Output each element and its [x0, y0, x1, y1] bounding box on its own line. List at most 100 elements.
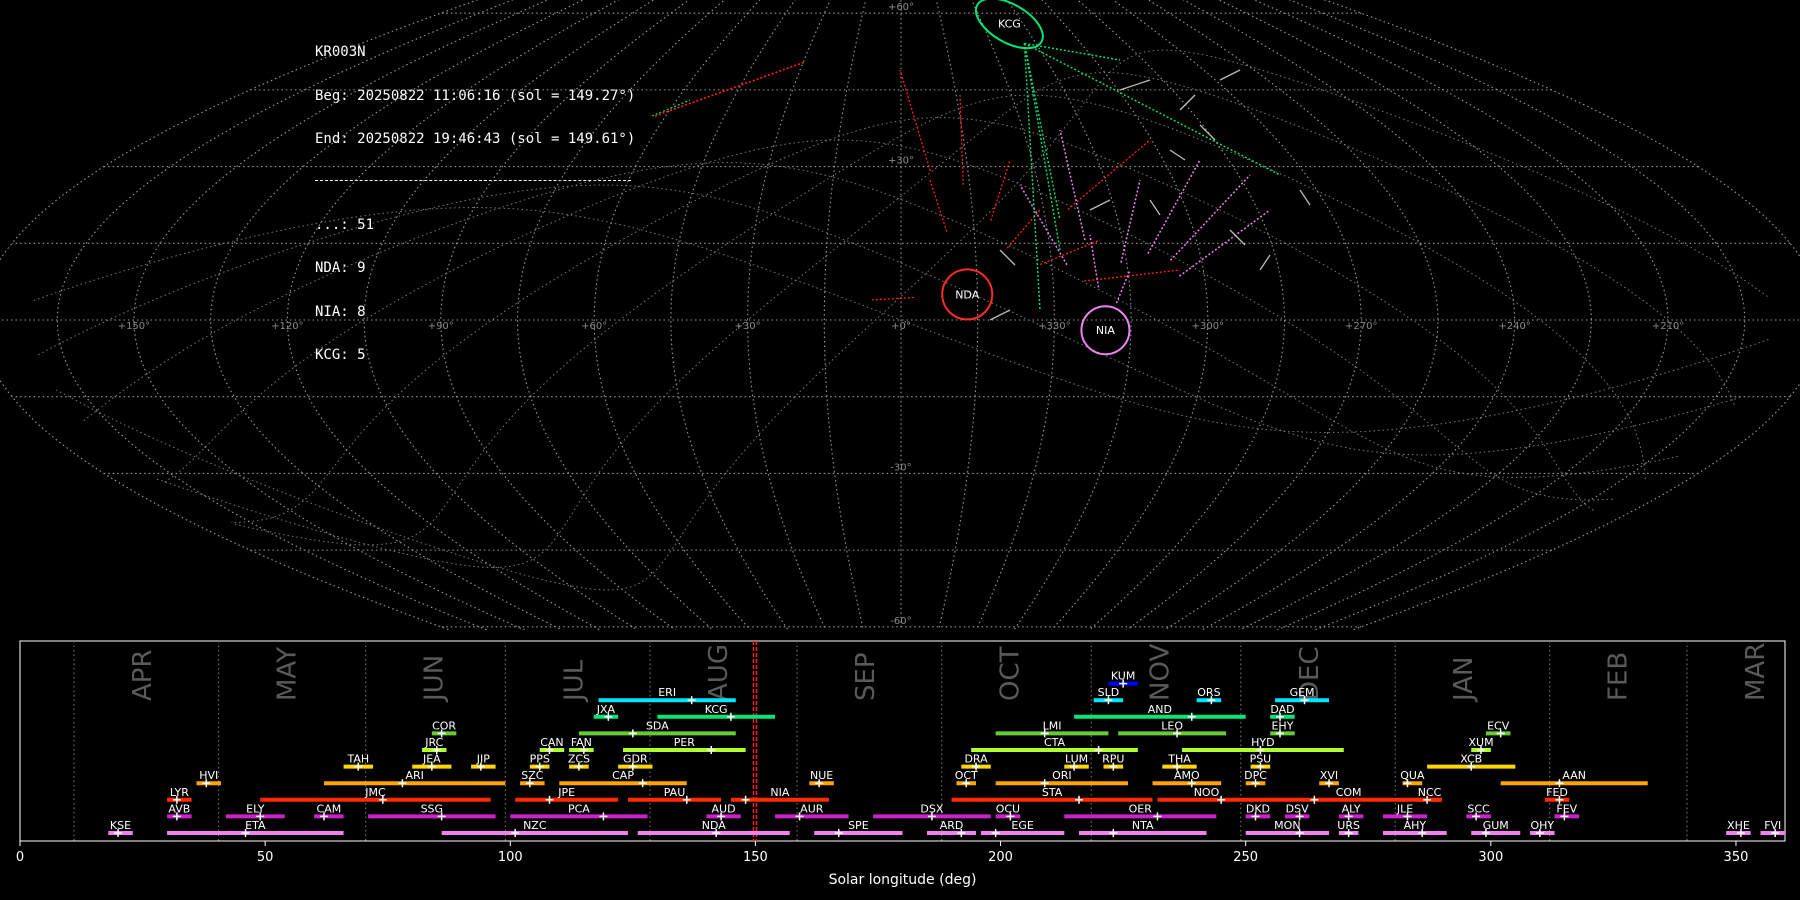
- shower-label: AMO: [1174, 769, 1200, 782]
- sporadic-meteor-trail: [1179, 94, 1196, 111]
- shower-label: OHY: [1530, 819, 1554, 832]
- lon-tick-label: +300°: [1192, 321, 1224, 332]
- sporadic-meteor-trail: [989, 309, 1011, 321]
- shower-label: TAH: [346, 753, 369, 766]
- shower-label: COM: [1336, 786, 1362, 799]
- shower-label: LYR: [170, 786, 189, 799]
- shower-label: AND: [1148, 703, 1172, 716]
- shower-label: NIA: [770, 786, 789, 799]
- meridian: [440, 0, 690, 630]
- x-tick-label: 300: [1478, 850, 1503, 865]
- shower-label: AVB: [168, 802, 190, 815]
- shower-label: PER: [674, 736, 696, 749]
- nda-meteor-trail: [654, 61, 806, 117]
- x-tick-label: 50: [257, 850, 274, 865]
- shower-label: ECV: [1487, 719, 1510, 732]
- shower-label: DSV: [1286, 802, 1309, 815]
- shower-label: QUA: [1400, 769, 1425, 782]
- meridian: [823, 0, 867, 630]
- shower-label: ARI: [405, 769, 423, 782]
- shower-label: JIP: [476, 753, 490, 766]
- shower-label: HVI: [199, 769, 218, 782]
- shower-label: LEO: [1161, 719, 1183, 732]
- sky-map-chart: +180°+150°+120°+90°+60°+30°+0°+330°+300°…: [0, 0, 1800, 630]
- shower-label: JLE: [1396, 802, 1413, 815]
- shower-label: AUR: [800, 802, 824, 815]
- shower-label: RPU: [1102, 753, 1124, 766]
- month-label: JUN: [420, 655, 450, 703]
- lon-tick-label: +120°: [271, 321, 303, 332]
- nia-meteor-trail: [1120, 179, 1141, 263]
- shower-label: NTA: [1132, 819, 1154, 832]
- month-label: APR: [128, 649, 158, 701]
- shower-label: SZC: [521, 769, 544, 782]
- nia-meteor-trail: [1169, 174, 1251, 261]
- month-label: JAN: [1449, 657, 1479, 703]
- shower-label: KCG: [705, 703, 728, 716]
- lat-tick-label: -60°: [890, 616, 911, 627]
- shower-label: SLD: [1098, 686, 1120, 699]
- shower-label: FED: [1546, 786, 1568, 799]
- shower-label: JEA: [422, 753, 441, 766]
- shower-label: SDA: [646, 719, 669, 732]
- lat-tick-label: -30°: [890, 462, 911, 473]
- lon-tick-label: +210°: [1652, 321, 1684, 332]
- meridian: [210, 0, 585, 630]
- month-label: AUG: [704, 644, 734, 701]
- shower-label: GEM: [1290, 686, 1315, 699]
- shower-label: PAU: [664, 786, 686, 799]
- shower-label: OCT: [955, 769, 978, 782]
- shower-label: ORI: [1052, 769, 1072, 782]
- shower-label: DAD: [1270, 703, 1294, 716]
- shower-label: SCC: [1467, 802, 1490, 815]
- sky-arc: [156, 72, 1735, 568]
- shower-label: OCU: [996, 802, 1020, 815]
- shower-label: ALY: [1342, 802, 1361, 815]
- sporadic-meteor-trail: [1119, 79, 1151, 91]
- shower-label: CAP: [612, 769, 634, 782]
- shower-label: COR: [432, 719, 456, 732]
- shower-label: NUE: [810, 769, 833, 782]
- month-label: MAY: [273, 647, 303, 701]
- shower-label: ETA: [245, 819, 266, 832]
- month-label: MAR: [1741, 643, 1771, 701]
- shower-label: THA: [1167, 753, 1191, 766]
- radiant-label: NIA: [1096, 324, 1115, 337]
- shower-label: ORS: [1197, 686, 1220, 699]
- shower-label: DSX: [920, 802, 943, 815]
- meridian: [516, 0, 726, 630]
- meridian: [56, 0, 514, 630]
- sporadic-meteor-trail: [1169, 149, 1186, 161]
- month-label: FEB: [1604, 652, 1634, 701]
- shower-label: KSE: [110, 819, 131, 832]
- nda-meteor-trail: [1084, 269, 1181, 282]
- shower-label: DRA: [964, 753, 988, 766]
- shower-label: XHE: [1727, 819, 1750, 832]
- meridian: [363, 0, 655, 630]
- nda-meteor-trail: [1067, 139, 1151, 210]
- lon-tick-label: +150°: [118, 321, 150, 332]
- lon-tick-label: +60°: [581, 321, 607, 332]
- meridian: [1182, 0, 1516, 630]
- shower-label: CAN: [540, 736, 563, 749]
- shower-label: ZCS: [568, 753, 590, 766]
- shower-label: SSG: [421, 802, 444, 815]
- shower-label: XVI: [1320, 769, 1338, 782]
- meridian: [1006, 0, 1132, 630]
- meridian: [935, 0, 979, 630]
- nda-meteor-trail: [990, 159, 1011, 221]
- month-label: NOV: [1145, 644, 1175, 701]
- nia-meteor-trail: [1059, 129, 1086, 241]
- lon-tick-label: +240°: [1498, 321, 1530, 332]
- lon-tick-label: +270°: [1345, 321, 1377, 332]
- nia-meteor-trail: [1179, 209, 1271, 277]
- lon-tick-label: +90°: [428, 321, 454, 332]
- shower-label: AAN: [1562, 769, 1586, 782]
- nda-meteor-trail: [869, 296, 914, 301]
- month-label: OCT: [996, 646, 1026, 701]
- nda-meteor-trail: [929, 179, 948, 232]
- shower-label: NZC: [523, 819, 547, 832]
- sporadic-meteor-trail: [1219, 69, 1241, 81]
- shower-label: PCA: [568, 802, 590, 815]
- shower-label: NDA: [702, 819, 727, 832]
